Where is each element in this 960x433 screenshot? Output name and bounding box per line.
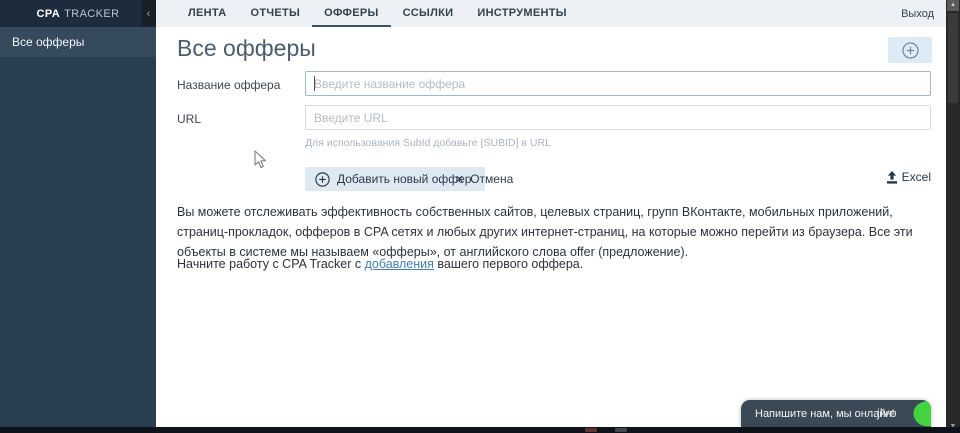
chat-message: Напишите нам, мы онлайн! — [755, 407, 895, 420]
logo-rest: TRACKER — [64, 7, 120, 20]
jivo-logo: jivo — [876, 406, 897, 420]
taskbar-sliver-icon — [585, 428, 597, 432]
add-offer-button-label: Добавить новый оффер — [337, 172, 472, 186]
vertical-scrollbar[interactable]: ▲ ▼ — [946, 0, 960, 433]
tab-lenta[interactable]: ЛЕНТА — [176, 0, 238, 27]
circled-plus-icon — [315, 171, 330, 187]
chevron-left-icon: ‹ — [146, 7, 151, 20]
getting-started-paragraph: Начните работу с CPA Tracker с добавлени… — [177, 257, 584, 271]
sidebar-item-all-offers[interactable]: Все офферы — [0, 27, 156, 57]
offer-url-label: URL — [177, 112, 202, 126]
sidebar: CPA TRACKER ‹ Все офферы — [0, 0, 156, 427]
scrollbar-thumb[interactable] — [948, 13, 958, 103]
circled-plus-icon — [901, 41, 919, 59]
offer-url-input[interactable] — [305, 105, 931, 130]
topbar: ЛЕНТА ОТЧЕТЫ ОФФЕРЫ ССЫЛКИ ИНСТРУМЕНТЫ В… — [156, 0, 946, 27]
add-offer-link[interactable]: добавления — [365, 257, 434, 271]
excel-button-label: Excel — [901, 170, 931, 184]
bottom-window-edge — [0, 427, 960, 433]
upload-icon — [886, 170, 897, 184]
sidebar-header: CPA TRACKER ‹ — [0, 0, 156, 27]
logout-link[interactable]: Выход — [901, 8, 934, 20]
offer-name-input[interactable] — [305, 71, 931, 96]
scroll-up-button[interactable]: ▲ — [947, 0, 959, 11]
tab-offery[interactable]: ОФФЕРЫ — [312, 0, 391, 27]
cancel-button[interactable]: ✕ Отмена — [455, 167, 513, 191]
offer-name-label: Название оффера — [177, 78, 281, 92]
nav-tabs: ЛЕНТА ОТЧЕТЫ ОФФЕРЫ ССЫЛКИ ИНСТРУМЕНТЫ — [156, 0, 579, 27]
main-content: Все офферы Название оффера URL Для испол… — [156, 27, 946, 427]
sidebar-item-label: Все офферы — [12, 35, 85, 49]
add-offer-icon-button[interactable] — [888, 37, 932, 63]
text-caret — [314, 76, 315, 91]
page-title: Все офферы — [177, 35, 316, 61]
sidebar-collapse-button[interactable]: ‹ — [141, 0, 156, 27]
tab-otchety[interactable]: ОТЧЕТЫ — [238, 0, 312, 27]
subid-hint: Для использования SubId добавьте [SUBID]… — [305, 137, 551, 149]
description-paragraph: Вы можете отслеживать эффективность собс… — [177, 205, 913, 259]
app-logo: CPA TRACKER — [37, 8, 120, 20]
jivo-green-leaf-icon — [913, 400, 931, 427]
excel-export-button[interactable]: Excel — [886, 170, 931, 184]
tab-ssylki[interactable]: ССЫЛКИ — [391, 0, 466, 27]
logo-bold: CPA — [36, 7, 61, 20]
cancel-button-label: Отмена — [470, 172, 514, 186]
chat-widget[interactable]: Напишите нам, мы онлайн! jivo — [741, 400, 931, 427]
close-icon: ✕ — [455, 173, 465, 186]
taskbar-sliver-icon — [615, 428, 627, 432]
tab-instrumenty[interactable]: ИНСТРУМЕНТЫ — [465, 0, 579, 27]
